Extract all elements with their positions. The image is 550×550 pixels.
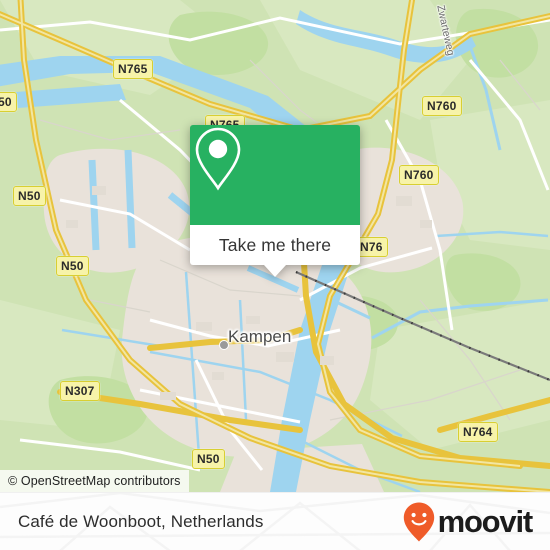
popup-tail: [264, 265, 286, 277]
place-title: Café de Woonboot, Netherlands: [18, 511, 264, 531]
osm-attribution-text: © OpenStreetMap contributors: [8, 474, 181, 488]
osm-attribution[interactable]: © OpenStreetMap contributors: [0, 470, 189, 492]
take-me-there-label: Take me there: [218, 234, 332, 255]
map-screen: Kampen Zwarteweg N765 N765 N760 N760 50 …: [0, 0, 550, 550]
map-canvas[interactable]: Kampen Zwarteweg N765 N765 N760 N760 50 …: [0, 0, 550, 492]
popup-pin-area: [190, 125, 360, 225]
road-shield-n765-a[interactable]: N765: [113, 59, 153, 79]
road-shield-n50-c[interactable]: N50: [192, 449, 225, 469]
moovit-logo[interactable]: moovit: [402, 501, 534, 543]
footer-bar: Café de Woonboot, Netherlands moovit: [0, 492, 550, 550]
road-shield-n760-a[interactable]: N760: [422, 96, 462, 116]
place-label-kampen: Kampen: [228, 327, 292, 346]
road-shield-n50-b[interactable]: N50: [56, 256, 89, 276]
map-pin-icon: [195, 127, 241, 191]
road-shield-n307[interactable]: N307: [60, 381, 100, 401]
road-shield-n764[interactable]: N764: [458, 422, 498, 442]
road-shield-n50-a[interactable]: N50: [13, 186, 46, 206]
moovit-pin-smiley-icon: [403, 502, 434, 541]
road-shield-n760-b[interactable]: N760: [399, 165, 439, 185]
road-shield-n50-edge[interactable]: 50: [0, 92, 17, 112]
take-me-there-button[interactable]: Take me there: [190, 225, 360, 277]
moovit-wordmark: moovit: [437, 504, 534, 539]
destination-popup[interactable]: Take me there: [190, 125, 360, 277]
